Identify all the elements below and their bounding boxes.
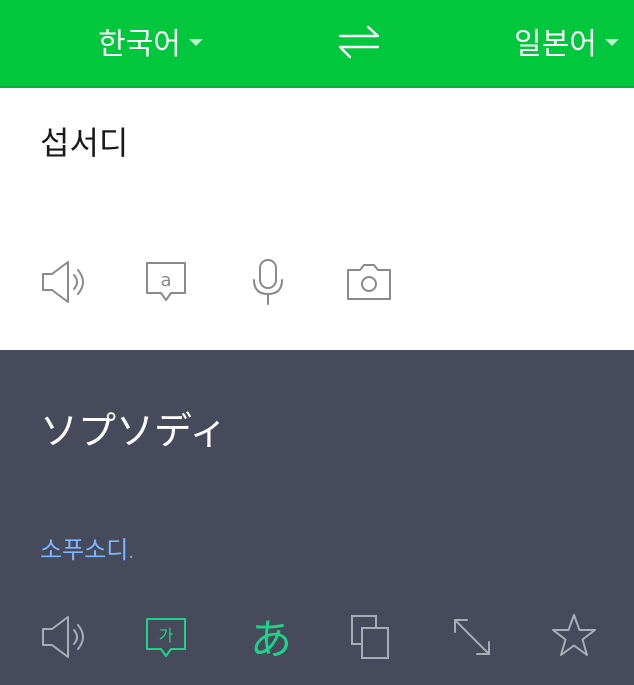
speaker-icon[interactable] (40, 614, 88, 660)
svg-text:あ: あ (250, 615, 292, 662)
chevron-down-icon (604, 38, 619, 46)
target-language-label: 일본어 (514, 27, 597, 62)
copy-icon[interactable] (350, 614, 390, 660)
pronunciation-link[interactable]: 소푸소디. (40, 530, 134, 565)
microphone-icon[interactable] (250, 258, 286, 306)
top-bar: 한국어 일본어 (0, 0, 634, 88)
expand-icon[interactable] (451, 616, 493, 658)
speaker-icon[interactable] (40, 258, 88, 306)
source-language-selector[interactable]: 한국어 (98, 18, 203, 64)
output-panel: ソプソディ 소푸소디. 가 あ (0, 350, 634, 685)
hiragana-a-icon[interactable]: あ (248, 612, 294, 662)
star-icon[interactable] (550, 612, 598, 660)
swap-languages-icon[interactable] (336, 22, 382, 62)
chevron-down-icon (188, 38, 203, 46)
svg-text:가: 가 (159, 626, 174, 645)
camera-icon[interactable] (346, 262, 392, 302)
phonetic-a-icon[interactable]: a (145, 260, 187, 304)
pronunciation-text: 소푸소디 (40, 536, 129, 564)
hangul-ga-icon[interactable]: 가 (145, 616, 187, 660)
source-text-input[interactable]: 섭서디 (40, 118, 128, 164)
source-language-label: 한국어 (98, 27, 181, 62)
pronunciation-suffix: . (128, 542, 135, 563)
translated-text: ソプソディ (40, 409, 228, 453)
target-language-selector[interactable]: 일본어 (514, 18, 619, 64)
svg-text:a: a (160, 270, 171, 291)
input-panel: 섭서디 a (0, 88, 634, 350)
